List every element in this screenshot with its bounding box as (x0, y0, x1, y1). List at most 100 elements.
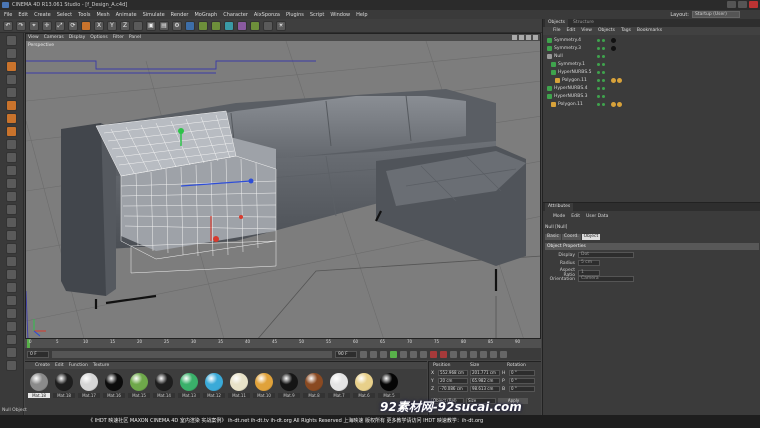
pos-z-field[interactable]: -70.086 cm (438, 386, 468, 392)
model-mode-icon[interactable] (6, 48, 17, 59)
workplane-lock-icon[interactable] (6, 178, 17, 189)
deformer-icon[interactable] (237, 20, 247, 31)
obj-menu-bookmarks[interactable]: Bookmarks (637, 27, 662, 35)
menu-create[interactable]: Create (34, 12, 51, 18)
viewport-menu-display[interactable]: Display (69, 34, 86, 41)
obj-menu-objects[interactable]: Objects (598, 27, 615, 35)
edges-mode-icon[interactable] (6, 113, 17, 124)
size-y-field[interactable]: 65.982 cm (470, 378, 500, 384)
brush-icon[interactable] (6, 230, 17, 241)
make-editable-icon[interactable] (6, 35, 17, 46)
menu-select[interactable]: Select (57, 12, 72, 18)
sculpt-icon[interactable] (6, 217, 17, 228)
viewport-menu-panel[interactable]: Panel (129, 34, 141, 41)
material-swatch[interactable]: Mat.18 (52, 373, 76, 398)
visibility-dots-icon[interactable] (597, 47, 605, 50)
material-tag-icon[interactable] (611, 102, 616, 107)
timeline-layout-icon[interactable] (500, 351, 507, 358)
autokey-icon[interactable] (440, 351, 447, 358)
spline-pen-icon[interactable] (198, 20, 208, 31)
scale-icon[interactable]: ⤢ (55, 20, 65, 31)
maximize-button[interactable] (738, 1, 747, 8)
menu-script[interactable]: Script (310, 12, 325, 18)
texture-tag-icon[interactable] (617, 38, 622, 43)
mat-menu-create[interactable]: Create (35, 362, 50, 369)
menu-animate[interactable]: Animate (116, 12, 137, 18)
menu-file[interactable]: File (4, 12, 12, 18)
material-tag-icon[interactable] (611, 78, 616, 83)
object-tree-row[interactable]: Symmetry.3 (543, 45, 760, 52)
size-x-field[interactable]: 201.771 cm (470, 370, 500, 376)
attr-orientation-dropdown[interactable]: Camera (578, 276, 634, 282)
menu-mograph[interactable]: MoGraph (194, 12, 217, 18)
next-frame-icon[interactable] (400, 351, 407, 358)
redo-icon[interactable]: ↷ (16, 20, 26, 31)
extrude-icon[interactable] (6, 269, 17, 280)
mat-menu-function[interactable]: Function (69, 362, 88, 369)
material-swatch[interactable]: Mat.6 (352, 373, 376, 398)
rotation-key-icon[interactable] (480, 351, 487, 358)
layer-icon[interactable] (6, 360, 17, 371)
tab-attributes[interactable]: Attributes (545, 203, 574, 211)
object-tree-row[interactable]: Polygon.11 (543, 101, 760, 108)
weld-icon[interactable] (6, 308, 17, 319)
material-tag-icon[interactable] (611, 38, 616, 43)
viewport-menu-cameras[interactable]: Cameras (44, 34, 64, 41)
visibility-dots-icon[interactable] (597, 87, 605, 90)
object-tree-row[interactable]: HyperNURBS.4 (543, 85, 760, 92)
material-swatch[interactable]: Mat.10 (252, 373, 276, 398)
menu-edit[interactable]: Edit (18, 12, 28, 18)
snap-icon[interactable] (6, 165, 17, 176)
knife-icon[interactable] (6, 256, 17, 267)
menu-mesh[interactable]: Mesh (96, 12, 109, 18)
smooth-icon[interactable] (6, 321, 17, 332)
pos-x-field[interactable]: 552.968 cm (438, 370, 468, 376)
move-icon[interactable]: ✛ (42, 20, 52, 31)
cube-icon[interactable] (185, 20, 195, 31)
rot-p-field[interactable]: 0 ° (509, 378, 535, 384)
texture-tag-icon[interactable] (617, 46, 622, 51)
material-swatch[interactable]: Mat.13 (177, 373, 201, 398)
menu-aixsponza[interactable]: AixSponza (254, 12, 280, 18)
menu-simulate[interactable]: Simulate (143, 12, 165, 18)
start-frame-field[interactable]: 0 F (27, 351, 49, 358)
viewport-move-icon[interactable] (512, 35, 517, 40)
magnet-icon[interactable] (6, 243, 17, 254)
points-mode-icon[interactable] (6, 100, 17, 111)
material-tag-icon[interactable] (611, 46, 616, 51)
next-key-icon[interactable] (410, 351, 417, 358)
obj-menu-edit[interactable]: Edit (567, 27, 576, 35)
material-swatch[interactable]: Mat.15 (127, 373, 151, 398)
attr-menu-mode[interactable]: Mode (553, 214, 565, 219)
visibility-dots-icon[interactable] (597, 71, 605, 74)
bevel-icon[interactable] (6, 282, 17, 293)
position-key-icon[interactable] (460, 351, 467, 358)
material-swatch[interactable]: Mat.11 (227, 373, 251, 398)
prev-frame-icon[interactable] (380, 351, 387, 358)
visibility-dots-icon[interactable] (597, 63, 605, 66)
nurbs-icon[interactable] (211, 20, 221, 31)
render-picture-viewer-icon[interactable]: ▤ (159, 20, 169, 31)
viewport-maximize-icon[interactable] (533, 35, 538, 40)
scale-key-icon[interactable] (470, 351, 477, 358)
end-frame-field[interactable]: 90 F (335, 351, 357, 358)
floor-icon[interactable] (250, 20, 260, 31)
x-axis-icon[interactable]: X (94, 20, 104, 31)
rotate-icon[interactable]: ⟳ (68, 20, 78, 31)
coord-system-icon[interactable] (133, 20, 143, 31)
attr-display-dropdown[interactable]: Dot (578, 252, 634, 258)
undo-icon[interactable]: ↶ (3, 20, 13, 31)
attr-menu-user-data[interactable]: User Data (586, 214, 608, 219)
object-tree-row[interactable]: Polygon.11 (543, 77, 760, 84)
mat-menu-edit[interactable]: Edit (55, 362, 64, 369)
menu-character[interactable]: Character (223, 12, 248, 18)
attr-radius-field[interactable]: 5 cm (578, 260, 600, 266)
visibility-dots-icon[interactable] (597, 79, 605, 82)
obj-menu-file[interactable]: File (553, 27, 561, 35)
timeline[interactable]: 0 5 10 15 20 25 30 35 40 45 50 55 60 65 … (25, 338, 541, 360)
workplane-icon[interactable] (6, 87, 17, 98)
paint-icon[interactable] (6, 347, 17, 358)
timeline-ruler[interactable]: 0 5 10 15 20 25 30 35 40 45 50 55 60 65 … (25, 339, 541, 348)
texture-tag-icon[interactable] (617, 102, 622, 107)
tweak-mode-icon[interactable] (6, 152, 17, 163)
